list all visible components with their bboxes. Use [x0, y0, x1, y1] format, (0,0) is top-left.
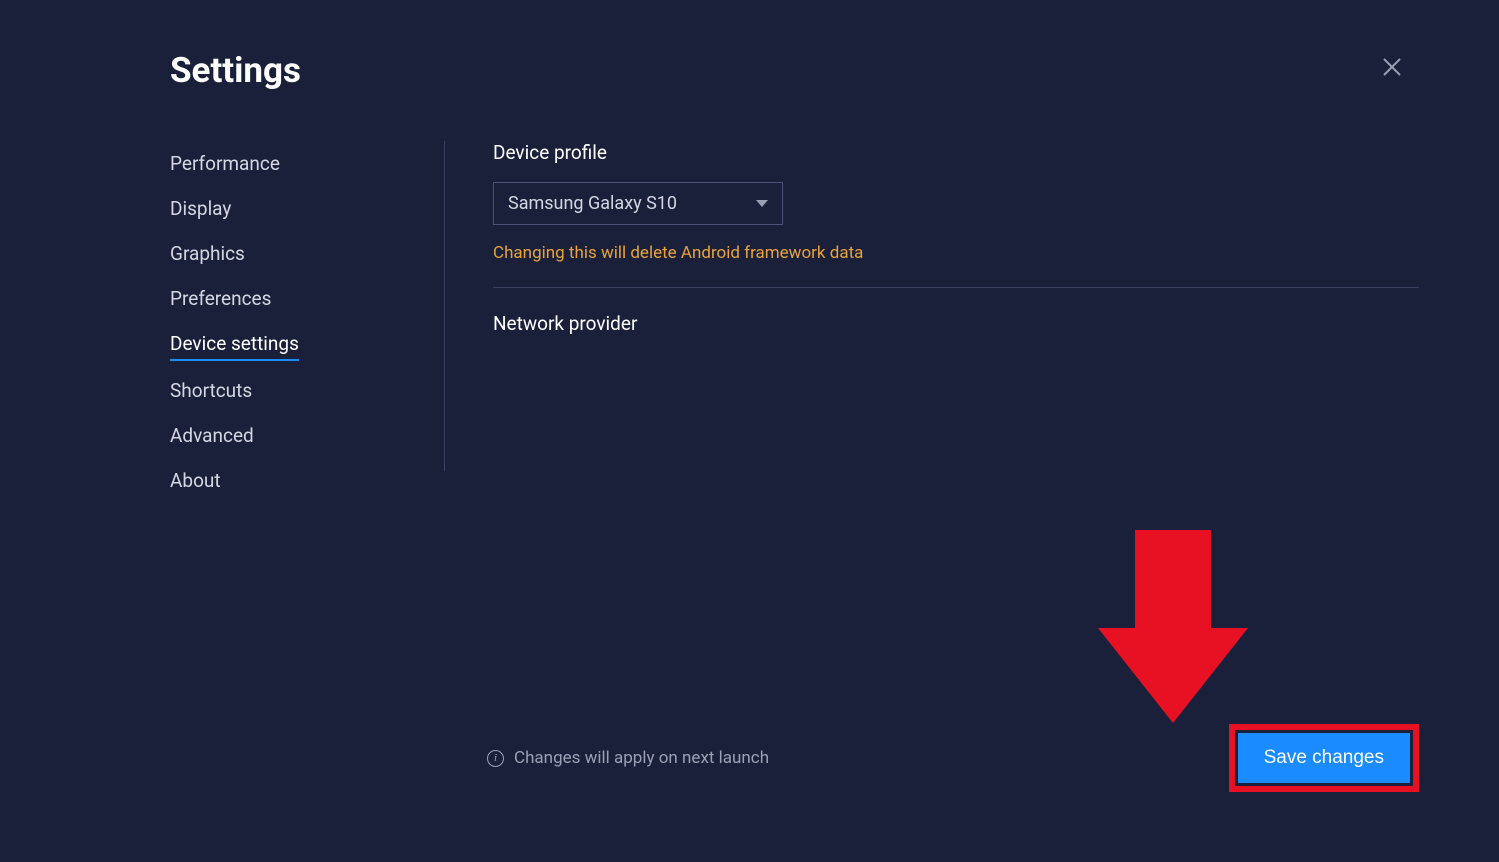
save-button[interactable]: Save changes: [1238, 733, 1410, 783]
device-profile-label: Device profile: [493, 141, 1419, 164]
footer-info-text: Changes will apply on next launch: [514, 748, 769, 768]
sidebar: Performance Display Graphics Preferences…: [170, 141, 445, 471]
info-icon: i: [487, 750, 504, 767]
save-button-highlight: Save changes: [1229, 724, 1419, 792]
close-icon: [1380, 55, 1404, 79]
divider: [493, 287, 1419, 288]
sidebar-item-device-settings[interactable]: Device settings: [170, 321, 299, 361]
sidebar-item-preferences[interactable]: Preferences: [170, 276, 271, 321]
chevron-down-icon: [756, 200, 768, 207]
main-content: Device profile Samsung Galaxy S10 Changi…: [445, 141, 1419, 724]
device-profile-dropdown[interactable]: Samsung Galaxy S10: [493, 182, 783, 225]
sidebar-item-about[interactable]: About: [170, 458, 221, 503]
sidebar-item-performance[interactable]: Performance: [170, 141, 280, 186]
sidebar-item-graphics[interactable]: Graphics: [170, 231, 245, 276]
page-title: Settings: [170, 50, 1419, 91]
device-profile-value: Samsung Galaxy S10: [508, 193, 677, 214]
network-provider-label: Network provider: [493, 312, 1419, 335]
sidebar-item-advanced[interactable]: Advanced: [170, 413, 254, 458]
close-button[interactable]: [1380, 55, 1404, 79]
sidebar-item-shortcuts[interactable]: Shortcuts: [170, 368, 252, 413]
device-profile-warning: Changing this will delete Android framew…: [493, 243, 1419, 263]
sidebar-item-display[interactable]: Display: [170, 186, 231, 231]
footer-info: i Changes will apply on next launch: [487, 748, 769, 768]
